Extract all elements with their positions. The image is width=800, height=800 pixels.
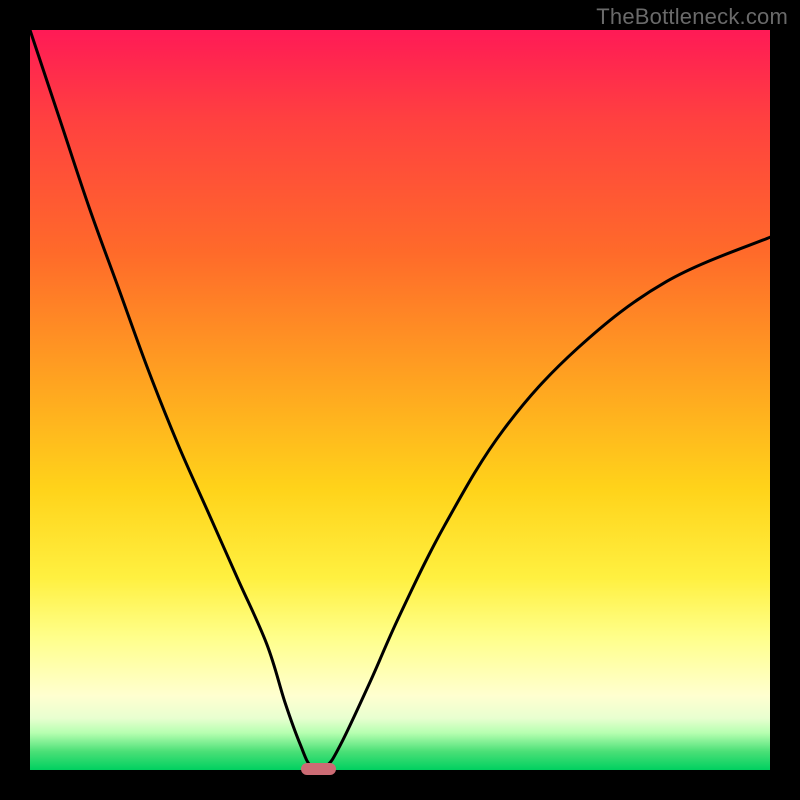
watermark-text: TheBottleneck.com xyxy=(596,4,788,30)
curve-svg xyxy=(30,30,770,770)
chart-frame: TheBottleneck.com xyxy=(0,0,800,800)
plot-area xyxy=(30,30,770,770)
bottleneck-curve xyxy=(30,30,770,769)
optimal-marker xyxy=(301,763,337,775)
